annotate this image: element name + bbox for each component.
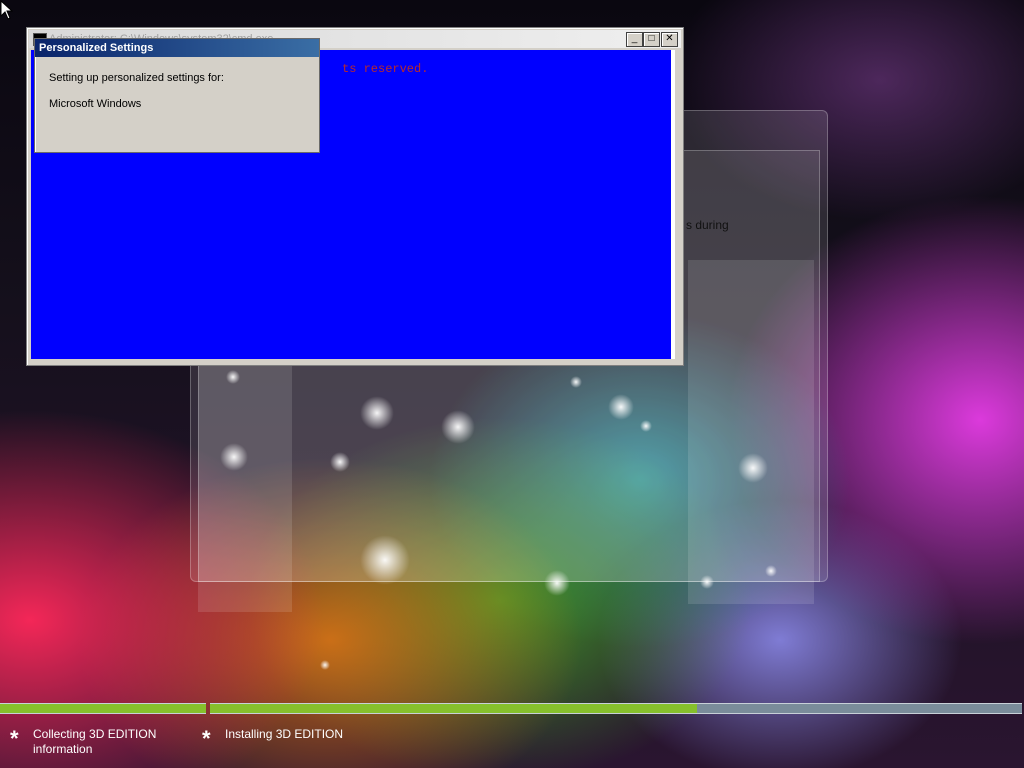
sparkle xyxy=(360,396,394,430)
step-marker-icon: * xyxy=(10,726,19,751)
sparkle xyxy=(738,453,768,483)
sparkle xyxy=(765,565,777,577)
sparkle xyxy=(360,535,410,585)
progress-bar-installing xyxy=(210,703,1022,714)
sparkle xyxy=(226,370,240,384)
background-glass-panel xyxy=(688,260,814,604)
sparkle xyxy=(320,660,330,670)
sparkle xyxy=(544,570,570,596)
dialog-target: Microsoft Windows xyxy=(49,98,142,110)
dialog-title: Personalized Settings xyxy=(35,39,319,57)
close-button[interactable]: ✕ xyxy=(661,32,678,47)
sparkle xyxy=(640,420,652,432)
personalized-settings-dialog: Personalized Settings Setting up persona… xyxy=(34,38,320,153)
step-marker-icon: * xyxy=(202,726,211,751)
dialog-message: Setting up personalized settings for: xyxy=(49,72,224,84)
progress-bar-collecting xyxy=(0,703,206,714)
sparkle xyxy=(570,376,582,388)
maximize-button[interactable]: □ xyxy=(643,32,660,47)
step-installing-label: Installing 3D EDITION xyxy=(225,727,344,741)
progress-fill-collecting xyxy=(0,704,206,713)
sparkle xyxy=(330,452,350,472)
background-glass-panel xyxy=(198,360,292,612)
minimize-button[interactable]: _ xyxy=(626,32,643,47)
background-setup-text: s during xyxy=(686,218,729,232)
sparkle xyxy=(441,410,475,444)
sparkle xyxy=(220,443,248,471)
progress-fill-installing xyxy=(210,704,698,713)
sparkle xyxy=(700,575,714,589)
sparkle xyxy=(608,394,634,420)
arrow-pointer-icon xyxy=(0,0,14,20)
console-output-text: ts reserved. xyxy=(342,62,429,76)
step-collecting-label: Collecting 3D EDITION information xyxy=(33,727,157,756)
console-scrollbar[interactable] xyxy=(671,50,675,359)
